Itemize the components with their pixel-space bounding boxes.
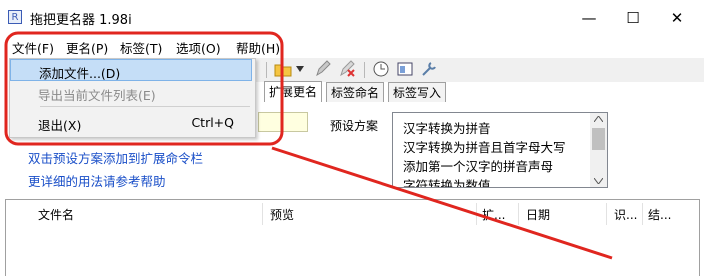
minimize-button[interactable]: — xyxy=(566,0,612,36)
preset-label: 预设方案 xyxy=(330,119,379,133)
column-header-extension[interactable]: 扩... xyxy=(482,206,505,223)
maximize-icon: ☐ xyxy=(626,9,640,27)
menu-item-exit[interactable]: 退出(X) Ctrl+Q xyxy=(10,112,252,134)
list-item[interactable]: 汉字转换为拼音且首字母大写 xyxy=(403,137,566,156)
list-item[interactable]: 汉字转换为拼音 xyxy=(403,118,491,137)
scroll-down-icon[interactable] xyxy=(594,178,603,184)
scroll-up-icon[interactable] xyxy=(594,116,603,122)
close-button[interactable]: ✕ xyxy=(654,0,700,36)
column-divider xyxy=(262,203,263,225)
column-divider xyxy=(642,203,643,225)
column-divider xyxy=(476,203,477,225)
toolbar-separator xyxy=(266,62,267,78)
toolbar-separator xyxy=(364,62,365,78)
list-item[interactable]: 字符转换为数值 xyxy=(403,175,491,187)
tab-extended-rename[interactable]: 扩展更名 xyxy=(264,81,323,103)
menu-item-export-list: 导出当前文件列表(E) xyxy=(38,88,156,103)
hint-help: 更详细的用法请参考帮助 xyxy=(28,174,166,189)
minimize-icon: — xyxy=(581,9,597,27)
maximize-button[interactable]: ☐ xyxy=(610,0,656,36)
menu-item-add-file[interactable]: 添加文件...(D) xyxy=(10,59,252,81)
close-icon: ✕ xyxy=(670,9,684,27)
clear-icon[interactable] xyxy=(338,60,356,78)
window-title: 拖把更名器 1.98i xyxy=(30,13,132,28)
menu-help[interactable]: 帮助(H) xyxy=(236,38,280,57)
column-header-filename[interactable]: 文件名 xyxy=(38,206,74,223)
tab-tag-naming[interactable]: 标签命名 xyxy=(326,82,385,102)
command-input[interactable] xyxy=(258,112,308,132)
scroll-thumb[interactable] xyxy=(592,128,605,150)
preset-scrollbar[interactable] xyxy=(590,113,607,187)
file-list[interactable] xyxy=(5,199,700,276)
menu-separator xyxy=(40,106,250,107)
column-divider xyxy=(606,203,607,225)
menu-rename[interactable]: 更名(P) xyxy=(66,38,108,57)
tab-tag-write[interactable]: 标签写入 xyxy=(388,82,447,102)
window-icon[interactable] xyxy=(396,60,414,78)
preset-list[interactable]: 汉字转换为拼音 汉字转换为拼音且首字母大写 添加第一个汉字的拼音声母 字符转换为… xyxy=(392,112,608,188)
hint-double-click: 双击预设方案添加到扩展命令栏 xyxy=(28,151,204,166)
menu-file[interactable]: 文件(F) xyxy=(12,38,54,57)
column-divider xyxy=(518,203,519,225)
app-icon: R xyxy=(8,10,22,24)
list-item[interactable]: 添加第一个汉字的拼音声母 xyxy=(403,156,553,175)
chevron-down-icon[interactable] xyxy=(296,66,304,72)
menu-tag[interactable]: 标签(T) xyxy=(120,38,162,57)
clock-icon[interactable] xyxy=(372,60,390,78)
column-header-date[interactable]: 日期 xyxy=(526,206,550,223)
edit-icon[interactable] xyxy=(314,60,332,78)
column-header-preview[interactable]: 预览 xyxy=(270,206,294,223)
tools-icon[interactable] xyxy=(420,60,438,78)
menu-options[interactable]: 选项(O) xyxy=(176,38,221,57)
column-header-id[interactable]: 识... xyxy=(614,206,637,223)
folder-icon[interactable] xyxy=(274,60,292,78)
column-header-result[interactable]: 结... xyxy=(648,206,671,223)
